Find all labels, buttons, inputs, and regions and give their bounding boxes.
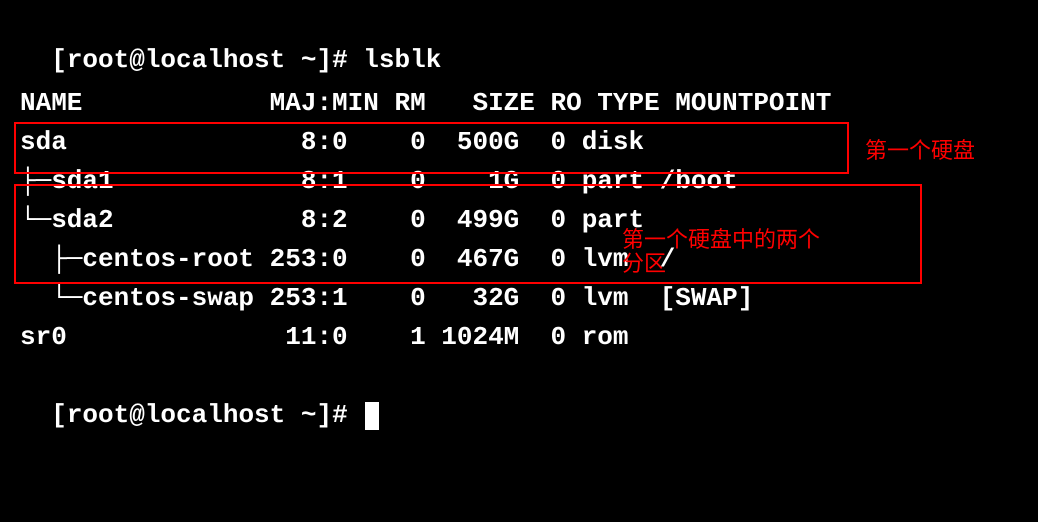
shell-prompt: [root@localhost ~]# [51,45,363,75]
table-header: NAME MAJ:MIN RM SIZE RO TYPE MOUNTPOINT [20,84,1018,123]
row-centos-root: ├─centos-root 253:0 0 467G 0 lvm / [20,240,1018,279]
prompt-line-1[interactable]: [root@localhost ~]# lsblk [20,2,1018,80]
row-sda: sda 8:0 0 500G 0 disk [20,123,1018,162]
cursor-icon[interactable] [365,402,379,430]
shell-prompt: [root@localhost ~]# [51,400,363,430]
command-lsblk: lsblk [363,45,441,75]
row-sr0: sr0 11:0 1 1024M 0 rom [20,318,1018,357]
prompt-line-2[interactable]: [root@localhost ~]# [20,357,1018,435]
row-sda1: ├─sda1 8:1 0 1G 0 part /boot [20,162,1018,201]
row-sda2: └─sda2 8:2 0 499G 0 part [20,201,1018,240]
row-centos-swap: └─centos-swap 253:1 0 32G 0 lvm [SWAP] [20,279,1018,318]
